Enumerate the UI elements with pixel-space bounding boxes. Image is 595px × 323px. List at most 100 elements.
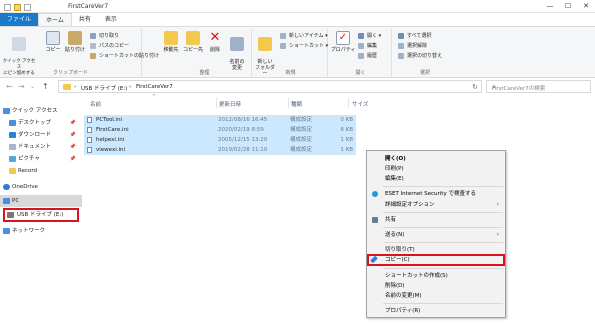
menu-item-copy[interactable]: コピー(C) <box>367 255 505 265</box>
back-arrow-icon[interactable]: ← <box>6 83 13 91</box>
paste-button[interactable]: 貼り付け <box>64 31 86 53</box>
column-divider[interactable] <box>288 98 289 108</box>
ribbon: クイック アクセス にピン留めする コピー 貼り付け 切り取り パスのコピー シ… <box>0 26 595 78</box>
menu-item-label: ESET Internet Security で検査する <box>385 191 476 197</box>
open-button[interactable]: 開く ▾ <box>358 32 381 40</box>
file-row[interactable]: helpexi.ini 2005/12/15 13:20 構成設定 1 KB <box>84 135 356 145</box>
ini-file-icon <box>87 147 92 153</box>
quick-access-toolbar[interactable] <box>4 3 46 11</box>
star-icon <box>3 108 10 114</box>
move-to-button[interactable]: 移動先 <box>160 31 182 53</box>
file-row[interactable]: PCTool.ini 2012/08/16 16:45 構成設定 0 KB <box>84 115 356 125</box>
shortcut-label: ショートカット ▾ <box>289 43 329 49</box>
usb-drive-icon <box>7 212 14 218</box>
edit-button[interactable]: 編集 <box>358 42 377 50</box>
file-row[interactable]: FirstCare.ini 2020/02/19 8:59 構成設定 8 KB <box>84 125 356 135</box>
menu-item-edit[interactable]: 編集(E) <box>367 174 505 184</box>
select-group-label: 選択 <box>419 70 430 76</box>
file-size: 8 KB <box>340 127 353 133</box>
column-divider[interactable] <box>216 98 217 108</box>
navigation-pane: クイック アクセス デスクトップ 📌 ダウンロード 📌 ドキュメント 📌 ピクチ… <box>0 95 82 323</box>
customize-icon[interactable] <box>24 3 31 11</box>
paste-shortcut-button[interactable]: ショートカットの貼り付け <box>90 52 159 60</box>
breadcrumb-current-folder[interactable]: FirstCareVer7 <box>136 84 173 90</box>
nav-item-downloads[interactable]: ダウンロード 📌 <box>0 129 82 141</box>
minimize-button[interactable]: — <box>541 0 559 12</box>
breadcrumb-usb-drive[interactable]: USB ドライブ (E:) <box>81 84 127 92</box>
rename-button[interactable]: 名前の 変更 <box>226 31 248 71</box>
forward-arrow-icon[interactable]: → <box>18 83 25 91</box>
folder-icon <box>63 84 71 90</box>
nav-item-usb-drive[interactable]: USB ドライブ (E:) <box>3 208 79 222</box>
column-header-name[interactable]: 名前 <box>90 100 101 108</box>
file-type: 構成設定 <box>290 127 313 133</box>
menu-separator <box>383 303 503 304</box>
nav-item-record[interactable]: Record <box>0 165 82 177</box>
tab-share[interactable]: 共有 <box>72 13 98 26</box>
open-label: 開く ▾ <box>367 33 382 39</box>
clipboard-group: クイック アクセス にピン留めする コピー 貼り付け 切り取り パスのコピー シ… <box>0 29 159 77</box>
file-type: 構成設定 <box>290 117 313 123</box>
menu-item-send-to[interactable]: 送る(N) › <box>367 230 505 240</box>
menu-item-open[interactable]: 開く(O) <box>367 154 505 164</box>
delete-icon: ✕ <box>209 30 221 45</box>
copy-to-button[interactable]: コピー先 <box>182 31 204 53</box>
title-bar: FirstCareVer7 — ☐ ✕ <box>0 0 595 13</box>
organize-group-label: 整理 <box>199 70 210 76</box>
nav-item-pictures[interactable]: ピクチャ 📌 <box>0 153 82 165</box>
open-group-label: 開く <box>355 70 366 76</box>
menu-item-eset-scan[interactable]: ESET Internet Security で検査する <box>367 189 505 199</box>
menu-item-create-shortcut[interactable]: ショートカットの作成(S) <box>367 271 505 281</box>
cut-button[interactable]: 切り取り <box>90 32 119 40</box>
nav-item-desktop[interactable]: デスクトップ 📌 <box>0 117 82 129</box>
copy-folder-icon <box>186 31 200 45</box>
tab-home[interactable]: ホーム <box>38 13 72 26</box>
properties-button[interactable]: ✓ プロパティ <box>330 31 356 53</box>
up-arrow-icon[interactable]: ↑ <box>42 83 49 91</box>
address-input[interactable]: › USB ドライブ (E:) › FirstCareVer7 ↻ <box>58 80 482 93</box>
new-item-button[interactable]: 新しいアイテム ▾ <box>280 32 328 40</box>
ini-file-icon <box>87 117 92 123</box>
column-header-type[interactable]: 種類 <box>291 100 302 108</box>
menu-item-print[interactable]: 印刷(P) <box>367 164 505 174</box>
menu-item-share[interactable]: 共有 <box>367 215 505 225</box>
menu-item-advanced-options[interactable]: 詳細設定オプション › <box>367 200 505 210</box>
menu-item-properties[interactable]: プロパティ(R) <box>367 306 505 316</box>
file-row[interactable]: viewexi.ini 2019/02/28 11:10 構成設定 1 KB <box>84 145 356 155</box>
history-icon <box>358 53 364 59</box>
delete-button[interactable]: ✕ 削除 <box>204 30 226 54</box>
new-folder-icon[interactable] <box>14 3 21 11</box>
select-all-button[interactable]: すべて選択 <box>398 32 431 40</box>
nav-item-documents[interactable]: ドキュメント 📌 <box>0 141 82 153</box>
nav-item-onedrive[interactable]: OneDrive <box>0 181 82 193</box>
refresh-icon[interactable]: ↻ <box>472 83 478 91</box>
new-group: 新しい フォルダー 新しいアイテム ▾ ショートカット ▾ 新規 <box>254 29 328 77</box>
menu-item-delete[interactable]: 削除(D) <box>367 281 505 291</box>
column-divider[interactable] <box>348 98 349 108</box>
menu-item-label: 共有 <box>385 217 397 223</box>
menu-item-rename[interactable]: 名前の変更(M) <box>367 291 505 301</box>
shortcut-button[interactable]: ショートカット ▾ <box>280 42 328 50</box>
pin-icon: 📌 <box>69 120 76 126</box>
tab-view[interactable]: 表示 <box>98 13 124 26</box>
tab-file[interactable]: ファイル <box>0 13 39 26</box>
copy-button[interactable]: コピー <box>42 31 64 53</box>
recent-dropdown-icon[interactable]: ⌄ <box>30 83 35 91</box>
history-button[interactable]: 履歴 <box>358 52 377 60</box>
properties-icon[interactable] <box>4 3 11 11</box>
nav-item-label: PC <box>12 198 20 204</box>
column-header-date[interactable]: 更新日時 <box>219 100 241 108</box>
search-input[interactable]: FirstCareVer7の検索 ⌕ <box>486 80 591 93</box>
copy-path-button[interactable]: パスのコピー <box>90 42 129 50</box>
maximize-button[interactable]: ☐ <box>559 0 577 12</box>
column-header-size[interactable]: サイズ <box>352 100 368 108</box>
invert-selection-button[interactable]: 選択の切り替え <box>398 52 442 60</box>
nav-item-quick-access[interactable]: クイック アクセス <box>0 105 82 117</box>
select-none-button[interactable]: 選択解除 <box>398 42 427 50</box>
folder-icon <box>9 168 16 174</box>
nav-item-pc[interactable]: PC <box>0 195 82 207</box>
nav-item-network[interactable]: ネットワーク <box>0 225 82 237</box>
submenu-arrow-icon: › <box>496 201 499 208</box>
new-group-label: 新規 <box>285 70 296 76</box>
close-button[interactable]: ✕ <box>577 0 595 12</box>
